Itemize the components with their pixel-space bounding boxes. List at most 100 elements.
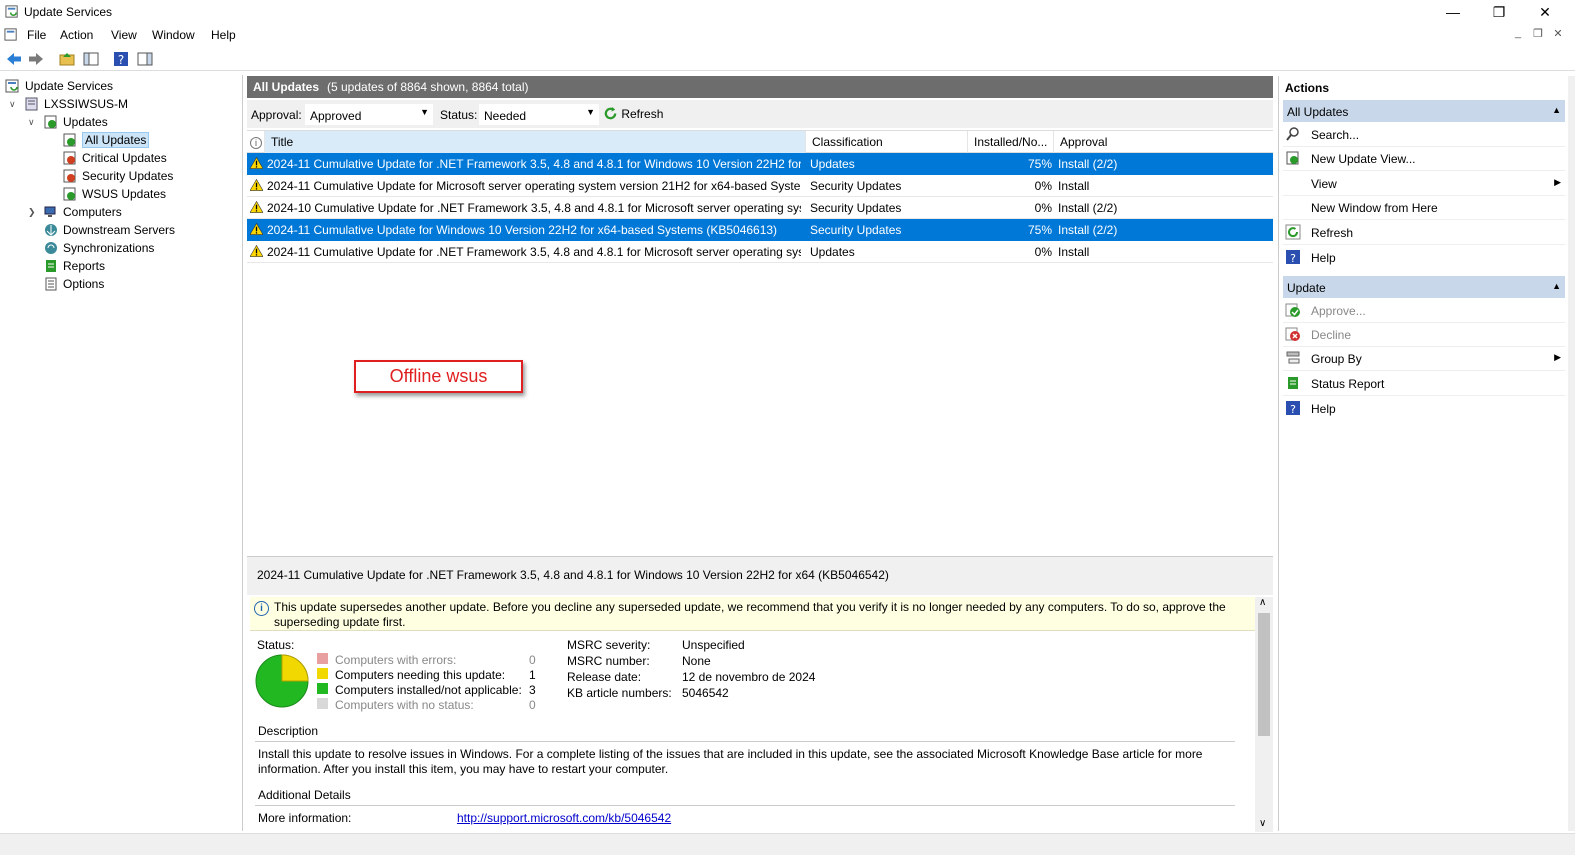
minimize-button[interactable]: — bbox=[1430, 0, 1476, 24]
update-services-icon bbox=[5, 79, 19, 93]
back-arrow-icon[interactable] bbox=[5, 50, 23, 68]
help-icon: ? bbox=[1286, 401, 1300, 416]
right-edge-scrollbar[interactable] bbox=[1568, 76, 1575, 831]
menu-window[interactable]: Window bbox=[152, 28, 195, 42]
collapse-up-icon[interactable]: ▲ bbox=[1552, 281, 1561, 291]
filter-bar: Approval: Approved ▼ Status: Needed ▼ Refr… bbox=[247, 100, 1273, 128]
tree-item-wsus-updates[interactable]: WSUS Updates bbox=[62, 186, 166, 204]
column-installed[interactable]: Installed/No... bbox=[968, 131, 1054, 153]
svg-text:?: ? bbox=[1290, 252, 1296, 265]
mdi-close-button[interactable]: ✕ bbox=[1548, 27, 1568, 45]
close-button[interactable]: ✕ bbox=[1522, 0, 1568, 24]
row-title: 2024-11 Cumulative Update for .NET Frame… bbox=[267, 157, 801, 171]
action-label: View bbox=[1311, 177, 1337, 191]
kb-article-link[interactable]: http://support.microsoft.com/kb/5046542 bbox=[457, 811, 671, 825]
info-column-icon[interactable]: i bbox=[247, 131, 265, 153]
prop-value: 5046542 bbox=[682, 686, 729, 700]
computers-icon bbox=[44, 206, 56, 217]
action-label: Search... bbox=[1311, 128, 1360, 142]
tree-item-reports[interactable]: Reports bbox=[43, 258, 105, 276]
action-new-window[interactable]: New Window from Here bbox=[1283, 196, 1565, 220]
synchronization-icon bbox=[45, 242, 57, 254]
detail-scrollbar[interactable]: ∧ ∨ bbox=[1255, 597, 1273, 832]
collapse-chevron-icon[interactable]: ∨ bbox=[9, 99, 16, 110]
actions-group-update[interactable]: Update ▲ bbox=[1283, 276, 1565, 298]
legend-no-status-count: 0 bbox=[529, 698, 536, 712]
dropdown-arrow-icon: ▼ bbox=[420, 107, 429, 117]
menu-file[interactable]: File bbox=[27, 28, 46, 42]
help-icon: ? bbox=[1286, 250, 1300, 265]
row-approval: Install (2/2) bbox=[1058, 223, 1118, 237]
status-dropdown[interactable]: Needed ▼ bbox=[479, 104, 599, 125]
table-row[interactable]: 2024-11 Cumulative Update for .NET Frame… bbox=[247, 153, 1273, 175]
action-label: Help bbox=[1311, 251, 1336, 265]
prop-label: KB article numbers: bbox=[567, 686, 672, 700]
tree-label: Updates bbox=[63, 115, 108, 129]
show-hide-tree-icon[interactable] bbox=[82, 50, 100, 68]
action-decline[interactable]: Decline bbox=[1283, 323, 1565, 347]
tree-label: Reports bbox=[63, 259, 106, 273]
column-classification[interactable]: Classification bbox=[806, 131, 968, 153]
row-classification: Security Updates bbox=[810, 223, 902, 237]
options-icon bbox=[45, 277, 57, 291]
tree-item-security-updates[interactable]: Security Updates bbox=[62, 168, 173, 186]
scrollbar-thumb[interactable] bbox=[1258, 613, 1270, 736]
tree-item-all-updates[interactable]: All Updates bbox=[62, 132, 150, 150]
actions-group-all-updates[interactable]: All Updates ▲ bbox=[1283, 100, 1565, 122]
wsus-update-icon bbox=[63, 187, 76, 201]
tree-item-downstream-servers[interactable]: Downstream Servers bbox=[43, 222, 175, 240]
menu-help[interactable]: Help bbox=[211, 28, 236, 42]
column-approval[interactable]: Approval bbox=[1054, 131, 1273, 153]
legend-swatch-no-status bbox=[317, 698, 328, 709]
description-heading: Description bbox=[255, 724, 1235, 742]
status-bar bbox=[0, 833, 1575, 855]
action-search[interactable]: Search... bbox=[1283, 123, 1565, 147]
status-label: Status: bbox=[440, 108, 478, 122]
table-row[interactable]: 2024-10 Cumulative Update for .NET Frame… bbox=[247, 197, 1273, 219]
tree-item-critical-updates[interactable]: Critical Updates bbox=[62, 150, 167, 168]
refresh-button[interactable]: Refresh bbox=[603, 106, 663, 121]
action-refresh[interactable]: Refresh bbox=[1283, 221, 1565, 245]
action-group-by[interactable]: Group By ▶ bbox=[1283, 347, 1565, 371]
scroll-up-icon[interactable]: ∧ bbox=[1259, 597, 1266, 608]
tree-item-options[interactable]: Options bbox=[43, 276, 104, 294]
tree-item-updates[interactable]: Updates bbox=[43, 114, 108, 132]
app-menu-icon[interactable] bbox=[4, 27, 19, 42]
approval-dropdown[interactable]: Approved ▼ bbox=[305, 104, 433, 125]
action-label: Help bbox=[1311, 402, 1336, 416]
tree-item-server[interactable]: LXSSIWSUS-M bbox=[24, 96, 128, 114]
tree-item-synchronizations[interactable]: Synchronizations bbox=[43, 240, 154, 258]
mdi-minimize-button[interactable]: _ bbox=[1508, 27, 1528, 45]
window-title: Update Services bbox=[24, 5, 113, 19]
pane-title: All Updates bbox=[253, 80, 320, 94]
up-folder-icon[interactable] bbox=[58, 50, 76, 68]
forward-arrow-icon[interactable] bbox=[27, 50, 45, 68]
action-help[interactable]: ? Help bbox=[1283, 246, 1565, 270]
title-bar: Update Services — ❐ ✕ bbox=[0, 0, 1575, 24]
tree-item-update-services[interactable]: Update Services bbox=[5, 78, 113, 96]
action-help-update[interactable]: ? Help bbox=[1283, 397, 1565, 421]
scroll-down-icon[interactable]: ∨ bbox=[1259, 818, 1266, 829]
action-view[interactable]: View ▶ bbox=[1283, 172, 1565, 196]
action-approve[interactable]: Approve... bbox=[1283, 299, 1565, 323]
restore-button[interactable]: ❐ bbox=[1476, 0, 1522, 24]
actions-pane: Actions All Updates ▲ Search... New Updat… bbox=[1278, 76, 1568, 831]
collapse-chevron-icon[interactable]: ∨ bbox=[28, 117, 35, 128]
action-new-update-view[interactable]: New Update View... bbox=[1283, 147, 1565, 171]
expand-chevron-icon[interactable]: ❯ bbox=[28, 207, 36, 218]
action-status-report[interactable]: Status Report bbox=[1283, 372, 1565, 396]
help-icon[interactable]: ? bbox=[112, 50, 130, 68]
table-row[interactable]: 2024-11 Cumulative Update for Windows 10… bbox=[247, 219, 1273, 241]
tree-label: Synchronizations bbox=[63, 241, 155, 255]
prop-label: Release date: bbox=[567, 670, 642, 684]
mdi-restore-button[interactable]: ❐ bbox=[1528, 27, 1548, 45]
table-row[interactable]: 2024-11 Cumulative Update for Microsoft … bbox=[247, 175, 1273, 197]
collapse-up-icon[interactable]: ▲ bbox=[1552, 105, 1561, 115]
tree-item-computers[interactable]: Computers bbox=[43, 204, 122, 222]
update-view-icon bbox=[63, 133, 76, 147]
column-title[interactable]: Title bbox=[265, 131, 806, 153]
show-hide-action-pane-icon[interactable] bbox=[136, 50, 154, 68]
table-row[interactable]: 2024-11 Cumulative Update for .NET Frame… bbox=[247, 241, 1273, 263]
menu-action[interactable]: Action bbox=[60, 28, 93, 42]
menu-view[interactable]: View bbox=[111, 28, 137, 42]
